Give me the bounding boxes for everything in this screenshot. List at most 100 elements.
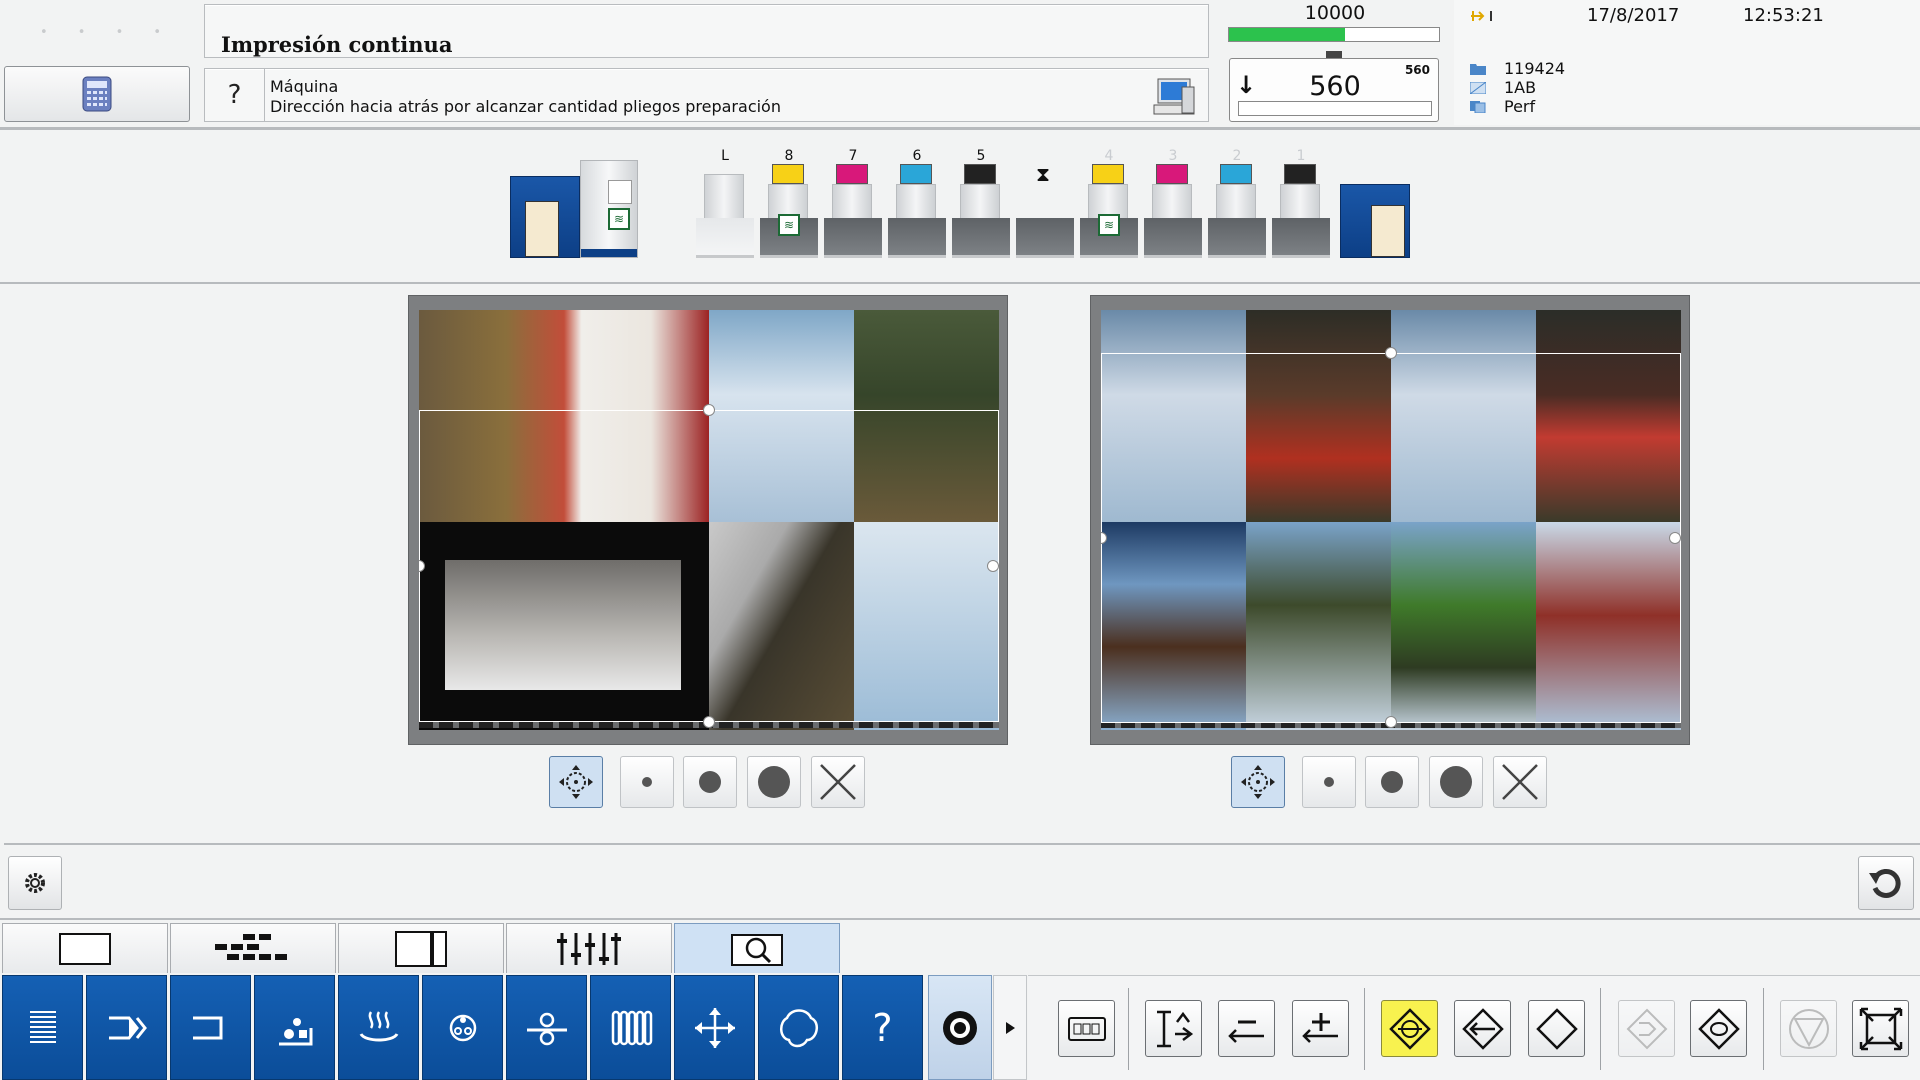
job-code: 1AB [1504, 78, 1537, 97]
calculator-button[interactable] [4, 66, 190, 122]
nav-plate-button[interactable] [254, 975, 335, 1080]
back-brush-medium-button[interactable] [1365, 756, 1419, 808]
tab-ink-zones[interactable] [170, 923, 336, 973]
nav-feed-button[interactable] [86, 975, 167, 1080]
undo-button[interactable] [1858, 856, 1914, 910]
toolbar-separator [1763, 988, 1764, 1070]
message-help-button[interactable]: ? [205, 69, 265, 121]
settings-button[interactable] [8, 856, 62, 910]
decrease-button[interactable] [1218, 1000, 1275, 1057]
print-unit-6[interactable]: 6 [888, 148, 946, 258]
header-divider [0, 127, 1920, 130]
back-brush-large-button[interactable] [1429, 756, 1483, 808]
camera-lens-button[interactable] [928, 975, 992, 1080]
coating-unit-label: L [721, 148, 729, 164]
diamond-icon [1535, 1007, 1578, 1050]
perfecting-unit[interactable]: ⧗ [1016, 162, 1074, 258]
nav-wash-button[interactable] [758, 975, 839, 1080]
selection-handle-right[interactable] [987, 560, 999, 572]
fit-to-sheet-button[interactable] [1852, 1000, 1909, 1057]
selection-handle-top[interactable] [703, 404, 715, 416]
print-unit-8[interactable]: 8 ≋ [760, 148, 818, 258]
delivery-unit [1340, 184, 1410, 258]
ink-keys-button[interactable] [1058, 1000, 1115, 1057]
print-unit-7[interactable]: 7 [824, 148, 882, 258]
increase-button[interactable] [1292, 1000, 1349, 1057]
preview-divider [4, 843, 1920, 845]
brush-medium-button[interactable] [683, 756, 737, 808]
clear-selection-button[interactable] [811, 756, 865, 808]
feeder-unit [510, 176, 580, 258]
fit-icon [1859, 1007, 1902, 1050]
back-page-4 [1536, 310, 1681, 522]
selection-handle-bottom[interactable] [703, 716, 715, 728]
message-panel[interactable]: ? Máquina Dirección hacia atrás por alca… [204, 68, 1209, 122]
back-brush-small-button[interactable] [1302, 756, 1356, 808]
feed-icon [108, 1016, 147, 1039]
print-unit-7-ink [836, 164, 868, 184]
back-zoom-navigator-button[interactable] [1231, 756, 1285, 808]
ink-fountain-icon [611, 1010, 652, 1045]
press-divider [0, 282, 1920, 284]
left-diamond-icon [1461, 1007, 1504, 1050]
shift-left-button[interactable] [1454, 1000, 1511, 1057]
nav-list-button[interactable] [2, 975, 83, 1080]
toolbar-separator [1128, 988, 1129, 1070]
print-unit-8-label: 8 [784, 148, 794, 164]
document-stack-icon [1470, 100, 1486, 113]
dot-small-icon [642, 777, 652, 787]
back-side-preview[interactable] [1090, 295, 1690, 745]
back-selection-handle-bottom[interactable] [1385, 716, 1397, 728]
nav-help-button[interactable]: ? [842, 975, 923, 1080]
stop-button[interactable] [1780, 1000, 1837, 1057]
back-selection-handle-top[interactable] [1385, 347, 1397, 359]
tab-sheet-edge[interactable] [338, 923, 504, 973]
back-page-8 [1536, 522, 1681, 730]
dryer-icon: ≋ [1098, 214, 1120, 236]
tab-register[interactable] [506, 923, 672, 973]
back-selection-handle-right[interactable] [1669, 532, 1681, 544]
current-count-panel[interactable]: ↓ 560 560 [1229, 58, 1439, 122]
nav-roller-button[interactable] [506, 975, 587, 1080]
expand-toolbar-button[interactable] [993, 975, 1027, 1080]
back-clear-selection-button[interactable] [1493, 756, 1547, 808]
nav-dampening-button[interactable] [422, 975, 503, 1080]
calculator-icon [82, 76, 112, 112]
print-unit-4[interactable]: 4 ≋ [1080, 148, 1138, 258]
front-side-preview[interactable] [408, 295, 1008, 745]
print-unit-4-label: 4 [1104, 148, 1114, 164]
dot-large-icon [1440, 766, 1472, 798]
nav-delivery-button[interactable] [170, 975, 251, 1080]
diamond-button[interactable] [1528, 1000, 1585, 1057]
print-unit-2[interactable]: 2 [1208, 148, 1266, 258]
print-unit-1-ink [1284, 164, 1316, 184]
nav-dryer-button[interactable] [338, 975, 419, 1080]
brush-small-button[interactable] [620, 756, 674, 808]
job-number: 119424 [1504, 59, 1566, 78]
print-unit-5[interactable]: 5 [952, 148, 1010, 258]
job-flow-icon [1470, 8, 1498, 27]
forward-button[interactable] [1618, 1000, 1675, 1057]
tab-sheet[interactable] [2, 923, 168, 973]
register-up-button[interactable] [1145, 1000, 1202, 1057]
register-icon [557, 932, 621, 965]
sheet-rotate-button[interactable] [1690, 1000, 1747, 1057]
zoom-navigator-button[interactable] [549, 756, 603, 808]
brush-large-button[interactable] [747, 756, 801, 808]
lens-icon [943, 1010, 977, 1045]
print-unit-1[interactable]: 1 [1272, 148, 1330, 258]
print-unit-3[interactable]: 3 [1144, 148, 1202, 258]
nav-ink-fountain-button[interactable] [590, 975, 671, 1080]
toolbar-separator [1364, 988, 1365, 1070]
center-target-button[interactable] [1381, 1000, 1438, 1057]
coating-unit[interactable]: L [696, 148, 754, 258]
print-unit-1-label: 1 [1296, 148, 1306, 164]
tab-inspect[interactable] [674, 923, 840, 973]
page-photo-group [854, 310, 999, 522]
sheet-icon [59, 932, 111, 965]
dot-medium-icon [699, 771, 721, 793]
back-page-2 [1246, 310, 1391, 522]
feeder-dryer-icon: ≋ [608, 208, 630, 230]
nav-move-button[interactable] [674, 975, 755, 1080]
print-unit-5-ink [964, 164, 996, 184]
